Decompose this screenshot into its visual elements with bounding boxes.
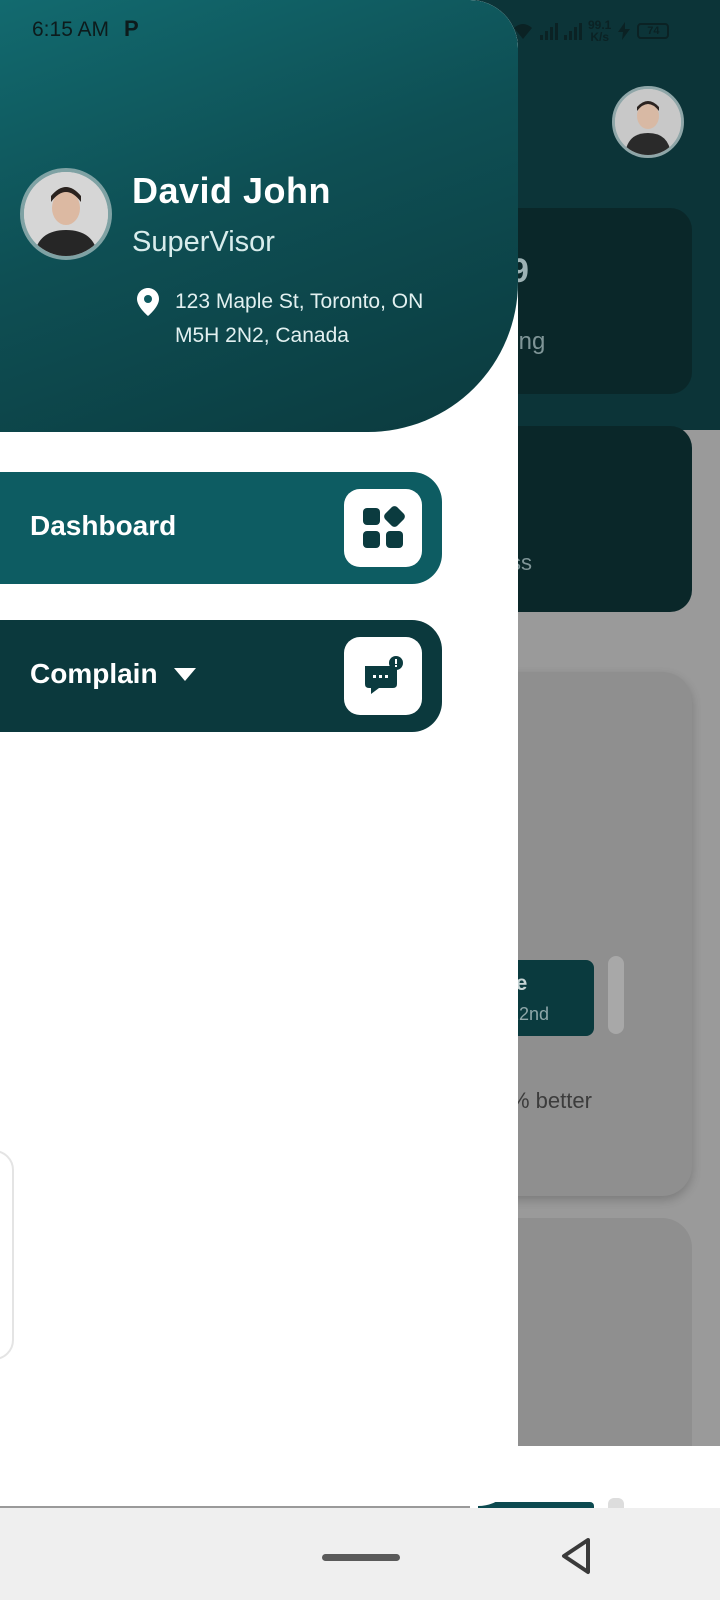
system-nav-bar (0, 1508, 720, 1600)
navigation-drawer: David John SuperVisor 123 Maple St, Toro… (0, 0, 518, 1506)
drawer-header: David John SuperVisor 123 Maple St, Toro… (0, 0, 518, 432)
profile-address-line2: M5H 2N2, Canada (175, 324, 349, 347)
net-speed-unit: K/s (590, 30, 610, 44)
status-icons: 99.1 K/s 74 (512, 16, 670, 46)
profile-name: David John (132, 170, 332, 211)
profile-role: SuperVisor (132, 226, 275, 258)
person-avatar-icon (24, 172, 108, 256)
complain-icon-box (344, 637, 422, 715)
signal-icon (540, 22, 558, 40)
menu-item-label: Complain (30, 658, 158, 689)
signal-icon (564, 22, 582, 40)
status-bar: 6:15 AM P 99.1 K/s 74 (0, 0, 720, 64)
wifi-icon (514, 24, 532, 39)
menu-item-dashboard[interactable]: Dashboard (0, 472, 442, 584)
chevron-down-icon[interactable] (174, 668, 196, 681)
location-pin-icon (137, 288, 159, 316)
profile-address-line1: 123 Maple St, Toronto, ON (175, 290, 424, 313)
complain-chat-icon (365, 656, 403, 694)
status-time: 6:15 AM (32, 18, 110, 41)
menu-item-label: Dashboard (30, 510, 177, 541)
app-indicator-icon: P (124, 16, 139, 41)
home-gesture-bar[interactable] (322, 1554, 400, 1561)
dashboard-grid-icon (363, 506, 405, 548)
back-icon[interactable] (558, 1536, 594, 1576)
net-speed: 99.1 K/s (588, 19, 611, 43)
bottom-dot (608, 1498, 624, 1508)
battery-icon: 74 (637, 23, 670, 39)
scroll-handle[interactable] (608, 956, 624, 1034)
drawer-edge-handle (0, 1150, 14, 1360)
header-avatar[interactable] (612, 86, 684, 158)
comparison-text: % better (510, 1088, 592, 1113)
person-avatar-icon (615, 89, 681, 155)
dashboard-icon-box (344, 489, 422, 567)
profile-avatar[interactable] (20, 168, 112, 260)
charging-icon (618, 22, 631, 40)
menu-item-complain[interactable]: Complain (0, 620, 442, 732)
